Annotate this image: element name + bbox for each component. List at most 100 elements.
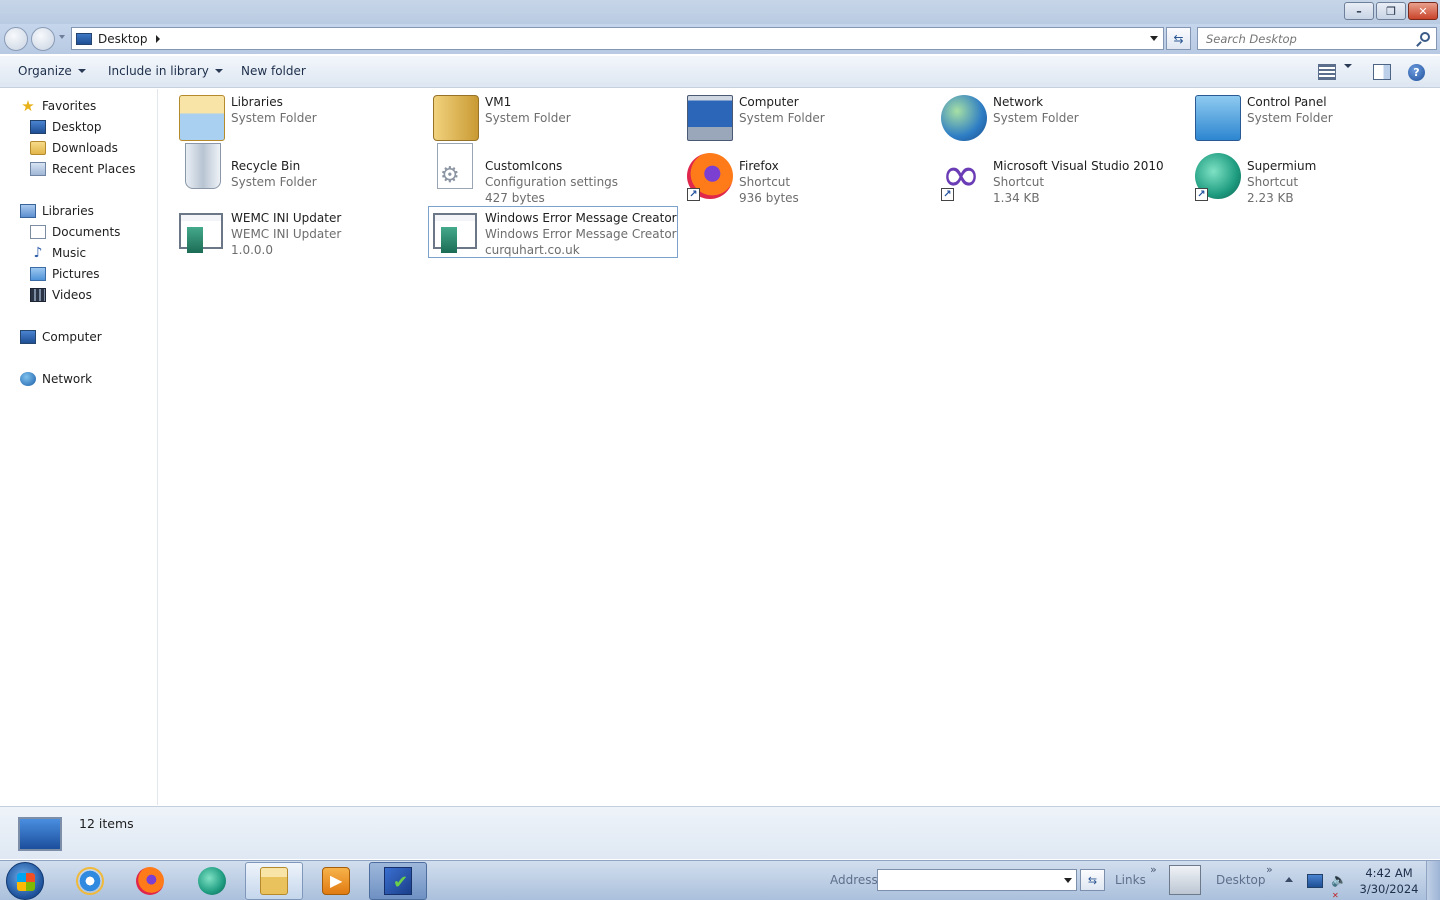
item-type: System Folder (485, 111, 571, 125)
file-list: Libraries System Folder VM1 System Folde… (159, 89, 1440, 805)
include-in-library-label: Include in library (108, 64, 209, 78)
list-item-computer[interactable]: Computer System Folder (683, 91, 933, 143)
taskbar-address-input[interactable] (877, 869, 1077, 891)
sidebar-item-label: Music (52, 246, 87, 260)
search-icon[interactable] (1420, 32, 1430, 42)
search-input[interactable] (1198, 28, 1408, 49)
item-description: Windows Error Message Creator (485, 227, 677, 241)
music-note-icon: ♪ (33, 245, 43, 261)
restore-icon: ❐ (1386, 4, 1396, 18)
list-item-control-panel[interactable]: Control Panel System Folder (1191, 91, 1440, 143)
desktop-toolbar-icon[interactable] (1169, 865, 1201, 895)
sidebar-item-label: Network (42, 372, 93, 386)
item-name: VM1 (485, 95, 512, 109)
clock-time: 4:42 AM (1365, 866, 1413, 880)
address-history-dropdown[interactable] (1150, 36, 1158, 41)
show-hidden-icons-button[interactable] (1285, 877, 1293, 882)
shortcut-arrow-icon: ↗ (941, 188, 954, 201)
taskbar-supermium[interactable] (183, 862, 241, 900)
preview-pane-icon[interactable] (1373, 64, 1391, 80)
list-item-wemc-ini-updater[interactable]: WEMC INI Updater WEMC INI Updater 1.0.0.… (175, 207, 425, 259)
documents-icon (30, 225, 46, 239)
sidebar-item-network[interactable]: Network (20, 372, 92, 386)
list-item-customicons[interactable]: CustomIcons Configuration settings 427 b… (429, 139, 679, 205)
list-item-visual-studio[interactable]: ↗ Microsoft Visual Studio 2010 Shortcut … (937, 139, 1187, 205)
taskbar-internet-explorer[interactable] (61, 862, 119, 900)
user-folder-icon (433, 95, 479, 141)
network-tray-icon[interactable] (1307, 874, 1323, 888)
recent-pages-dropdown[interactable] (59, 35, 65, 39)
sidebar-item-favorites[interactable]: ★ Favorites (20, 99, 96, 114)
item-type: Shortcut (993, 175, 1045, 189)
new-folder-button[interactable]: New folder (241, 64, 306, 78)
clock-date: 3/30/2024 (1359, 882, 1419, 896)
sidebar-item-label: Pictures (52, 267, 100, 281)
list-item-vm1[interactable]: VM1 System Folder (429, 91, 679, 143)
taskbar-address-go-button[interactable]: ⇆ (1080, 869, 1105, 891)
include-in-library-menu[interactable]: Include in library (108, 64, 223, 78)
sidebar-item-label: Videos (52, 288, 92, 302)
organize-menu[interactable]: Organize (18, 64, 86, 78)
navigation-pane: ★ Favorites Desktop Downloads Recent Pla… (0, 89, 158, 805)
shortcut-arrow-icon: ↗ (687, 188, 700, 201)
list-item-firefox[interactable]: ↗ Firefox Shortcut 936 bytes (683, 139, 933, 205)
sidebar-item-music[interactable]: ♪ Music (30, 245, 87, 261)
links-toolbar-label[interactable]: Links (1115, 873, 1146, 887)
app-window-icon (433, 213, 477, 253)
forward-button[interactable] (31, 27, 55, 51)
close-button[interactable]: ✕ (1408, 2, 1438, 20)
chevron-down-icon (214, 69, 223, 73)
back-button[interactable] (4, 27, 28, 51)
shortcut-arrow-icon: ↗ (1195, 188, 1208, 201)
item-type: Shortcut (1247, 175, 1299, 189)
chevron-down-icon (77, 69, 86, 73)
sidebar-item-pictures[interactable]: Pictures (30, 267, 100, 281)
list-item-supermium[interactable]: ↗ Supermium Shortcut 2.23 KB (1191, 139, 1440, 205)
volume-muted-icon[interactable]: 🔈 (1331, 874, 1347, 888)
sidebar-item-downloads[interactable]: Downloads (30, 141, 118, 155)
item-description: WEMC INI Updater (231, 227, 342, 241)
minimize-button[interactable]: – (1344, 2, 1374, 20)
desktop-icon (76, 32, 92, 45)
breadcrumb-arrow-icon[interactable] (155, 34, 160, 43)
list-item-recycle-bin[interactable]: Recycle Bin System Folder (175, 139, 425, 191)
refresh-button[interactable]: ⇆ (1166, 27, 1191, 50)
help-icon[interactable]: ? (1408, 64, 1425, 81)
restore-button[interactable]: ❐ (1376, 2, 1406, 20)
list-item-windows-error-message-creator[interactable]: Windows Error Message Creator Windows Er… (428, 206, 678, 258)
desktop-overflow-chevron-icon[interactable]: » (1266, 863, 1273, 876)
sidebar-item-desktop[interactable]: Desktop (30, 120, 102, 134)
sidebar-item-recent-places[interactable]: Recent Places (30, 162, 135, 176)
search-box[interactable] (1197, 27, 1437, 50)
sidebar-item-libraries[interactable]: Libraries (20, 204, 94, 218)
address-bar[interactable]: Desktop (71, 27, 1164, 50)
list-item-network[interactable]: Network System Folder (937, 91, 1187, 143)
taskbar-windows-explorer[interactable] (245, 862, 303, 900)
taskbar-firefox[interactable] (121, 862, 179, 900)
minimize-icon: – (1356, 4, 1362, 18)
network-icon (20, 372, 36, 386)
show-desktop-button[interactable] (1426, 861, 1440, 900)
sidebar-item-computer[interactable]: Computer (20, 330, 102, 344)
item-name: Computer (739, 95, 799, 109)
system-clock[interactable]: 4:42 AM 3/30/2024 (1356, 865, 1422, 897)
libraries-icon (20, 204, 36, 218)
sidebar-item-videos[interactable]: Videos (30, 288, 92, 302)
start-button[interactable] (6, 862, 44, 900)
item-size: 936 bytes (739, 191, 799, 205)
windows-logo-icon (17, 873, 35, 891)
taskbar-media-player[interactable] (307, 862, 365, 900)
chevron-down-icon[interactable] (1064, 878, 1072, 883)
sidebar-item-documents[interactable]: Documents (30, 225, 120, 239)
new-folder-label: New folder (241, 64, 306, 78)
change-view-icon[interactable] (1318, 64, 1336, 80)
list-item-libraries[interactable]: Libraries System Folder (175, 91, 425, 143)
breadcrumb-desktop[interactable]: Desktop (98, 32, 148, 46)
firefox-icon (136, 867, 164, 895)
chevron-down-icon (1344, 64, 1352, 68)
links-overflow-chevron-icon[interactable]: » (1150, 863, 1157, 876)
desktop-toolbar-label[interactable]: Desktop (1216, 873, 1266, 887)
view-options-dropdown[interactable] (1338, 64, 1352, 68)
item-size: 2.23 KB (1247, 191, 1294, 205)
taskbar-wemc[interactable] (369, 862, 427, 900)
